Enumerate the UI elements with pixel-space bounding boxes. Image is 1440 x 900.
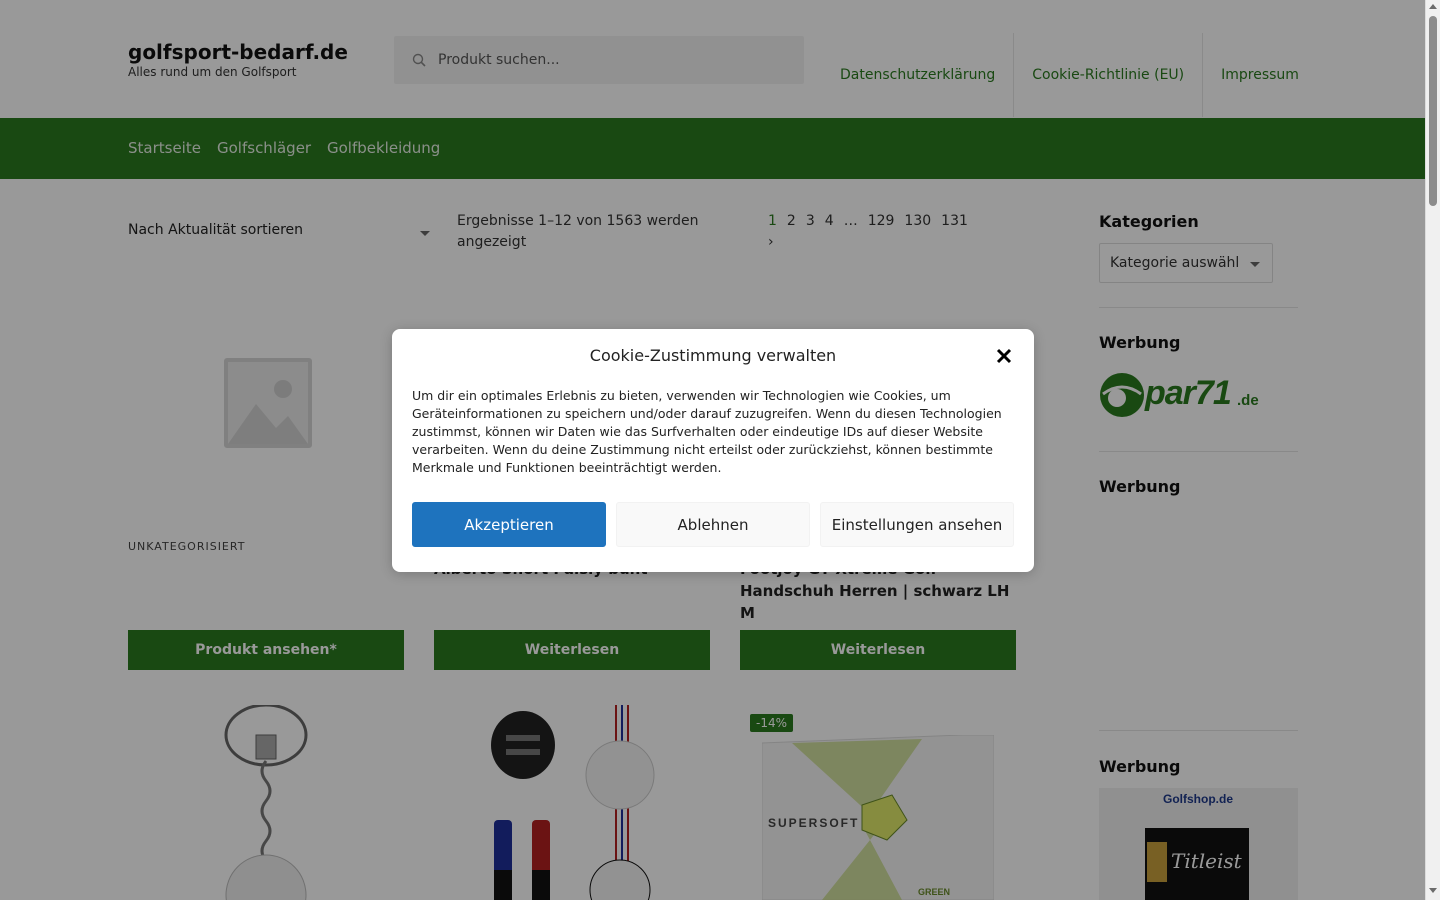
- scroll-up-arrow-icon[interactable]: [1429, 4, 1437, 9]
- view-settings-button[interactable]: Einstellungen ansehen: [820, 502, 1014, 547]
- modal-title: Cookie-Zustimmung verwalten: [589, 346, 837, 365]
- scrollbar[interactable]: [1425, 0, 1440, 900]
- scroll-down-arrow-icon[interactable]: [1429, 888, 1437, 893]
- cookie-consent-modal: Cookie-Zustimmung verwalten Um dir ein o…: [392, 329, 1034, 572]
- scrollbar-thumb[interactable]: [1429, 16, 1437, 206]
- deny-button[interactable]: Ablehnen: [616, 502, 810, 547]
- modal-body-text: Um dir ein optimales Erlebnis zu bieten,…: [412, 388, 1002, 475]
- accept-button[interactable]: Akzeptieren: [412, 502, 606, 547]
- close-icon[interactable]: [995, 347, 1013, 365]
